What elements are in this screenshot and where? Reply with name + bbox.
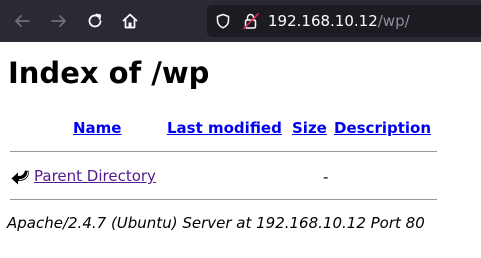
browser-toolbar: 192.168.10.12/wp/ (0, 0, 481, 42)
server-signature: Apache/2.4.7 (Ubuntu) Server at 192.168.… (7, 214, 425, 232)
column-header-name[interactable]: Name (73, 119, 121, 137)
forward-arrow-icon[interactable] (48, 10, 70, 32)
parent-directory-size: - (323, 168, 329, 186)
column-header-description[interactable]: Description (334, 119, 431, 137)
url-text[interactable]: 192.168.10.12/wp/ (268, 12, 410, 30)
column-header-size[interactable]: Size (292, 119, 327, 137)
header-divider (10, 151, 437, 152)
url-host: 192.168.10.12 (268, 12, 378, 30)
shield-icon[interactable] (215, 13, 231, 34)
page-title: Index of /wp (8, 56, 210, 90)
column-header-last-modified[interactable]: Last modified (167, 119, 282, 137)
back-icon (10, 167, 32, 187)
url-path: /wp/ (377, 12, 410, 30)
reload-icon[interactable] (84, 10, 106, 32)
back-arrow-icon[interactable] (11, 10, 33, 32)
insecure-lock-icon[interactable] (242, 12, 260, 35)
footer-divider (10, 199, 437, 200)
home-icon[interactable] (119, 10, 141, 32)
parent-directory-link[interactable]: Parent Directory (34, 167, 156, 185)
url-bar[interactable]: 192.168.10.12/wp/ (207, 5, 481, 37)
page-content: Index of /wp Name Last modified Size Des… (0, 42, 481, 258)
